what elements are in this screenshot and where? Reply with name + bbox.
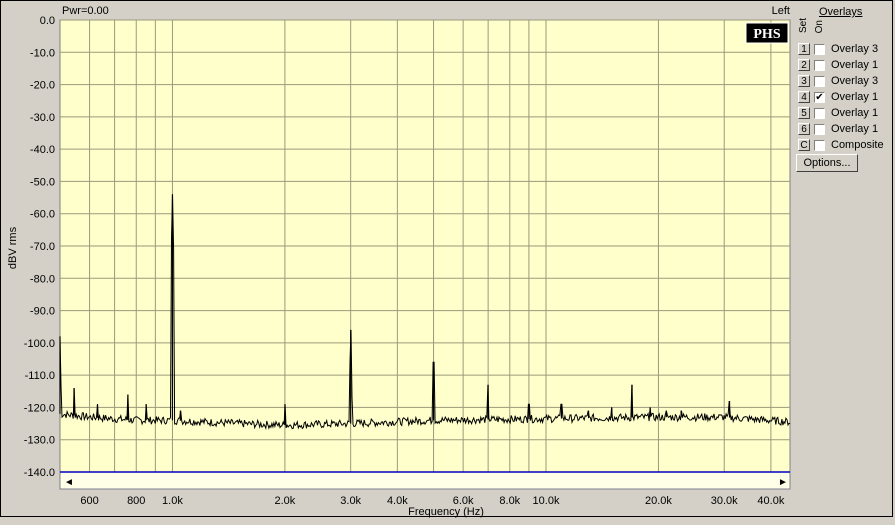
svg-text:PHS: PHS — [753, 27, 780, 42]
spectrum-chart: ◄ ► 0.0 -10.0 -20.0 -30.0 -40.0 -50.0 -60.0 -70.… — [7, 5, 791, 518]
overlay-label: Overlay 1 — [831, 123, 879, 135]
overlay-label: Overlay 3 — [831, 75, 879, 87]
overlay-set-button[interactable]: 4 — [798, 91, 810, 103]
overlay-label: Overlay 3 — [831, 43, 879, 55]
overlay-on-checkbox[interactable] — [814, 123, 825, 135]
x-tick-label: 800 — [127, 495, 145, 507]
overlay-set-button[interactable]: 6 — [798, 123, 810, 135]
x-tick-label: 40.0k — [757, 495, 784, 507]
overlay-label: Overlay 1 — [831, 91, 879, 103]
overlay-set-button[interactable]: 3 — [798, 75, 810, 87]
set-column-header: Set — [798, 18, 809, 34]
overlay-set-button[interactable]: 1 — [798, 43, 810, 55]
y-tick-label: -110.0 — [25, 370, 55, 382]
overlay-row: 5 Overlay 1 — [798, 106, 878, 120]
overlay-label: Overlay 1 — [831, 59, 879, 71]
y-tick-label: -140.0 — [24, 467, 55, 479]
overlay-set-button[interactable]: 5 — [798, 107, 810, 119]
y-tick-label: -50.0 — [30, 176, 55, 188]
overlay-on-checkbox[interactable] — [814, 107, 825, 119]
overlay-on-checkbox[interactable] — [814, 75, 825, 87]
x-tick-label: 600 — [80, 495, 98, 507]
overlay-row: C Composite — [798, 138, 884, 152]
x-tick-label: 20.0k — [645, 495, 672, 507]
y-tick-label: -10.0 — [30, 47, 55, 59]
overlay-label: Composite — [831, 139, 884, 151]
y-tick-label: -40.0 — [30, 144, 55, 156]
x-tick-label: 2.0k — [274, 495, 295, 507]
overlay-on-checkbox[interactable] — [814, 59, 825, 71]
overlay-on-checkbox[interactable]: ✔ — [814, 91, 825, 103]
overlay-set-button[interactable]: C — [798, 139, 810, 151]
y-tick-label: -100.0 — [24, 338, 55, 350]
phs-logo: PHS — [745, 22, 789, 44]
y-tick-label: -130.0 — [24, 435, 55, 447]
scroll-right-arrow: ► — [778, 477, 788, 488]
y-tick-label: -120.0 — [24, 402, 55, 414]
scroll-bar-thumb — [61, 473, 789, 488]
overlays-title: Overlays — [819, 6, 863, 18]
options-button[interactable]: Options... — [796, 154, 858, 172]
y-tick-label: -60.0 — [30, 209, 55, 221]
overlay-row: 6 Overlay 1 — [798, 122, 878, 136]
y-tick-label: -30.0 — [30, 112, 55, 124]
x-tick-label: 30.0k — [711, 495, 738, 507]
channel-label: Left — [772, 5, 790, 17]
scroll-left-arrow: ◄ — [64, 477, 74, 488]
overlay-label: Overlay 1 — [831, 107, 879, 119]
x-tick-label: 1.0k — [162, 495, 183, 507]
overlay-set-button[interactable]: 2 — [798, 59, 810, 71]
overlay-row: 2 Overlay 1 — [798, 58, 878, 72]
overlay-row: 4 ✔ Overlay 1 — [798, 90, 878, 104]
y-tick-label: 0.0 — [40, 15, 55, 27]
power-readout: Pwr=0.00 — [62, 5, 109, 17]
x-tick-label: 4.0k — [387, 495, 408, 507]
y-tick-label: -90.0 — [30, 306, 55, 318]
overlay-on-checkbox[interactable] — [814, 139, 825, 151]
overlay-on-checkbox[interactable] — [814, 43, 825, 55]
y-tick-label: -70.0 — [30, 241, 55, 253]
y-axis-title: dBV rms — [7, 226, 19, 269]
x-axis-title: Frequency (Hz) — [408, 506, 484, 518]
overlay-row: 3 Overlay 3 — [798, 74, 878, 88]
y-tick-label: -20.0 — [30, 80, 55, 92]
y-tick-label: -80.0 — [30, 273, 55, 285]
overlay-row: 1 Overlay 3 — [798, 42, 878, 56]
x-tick-label: 8.0k — [499, 495, 520, 507]
on-column-header: On — [814, 20, 825, 34]
x-tick-label: 3.0k — [340, 495, 361, 507]
x-tick-label: 10.0k — [533, 495, 560, 507]
